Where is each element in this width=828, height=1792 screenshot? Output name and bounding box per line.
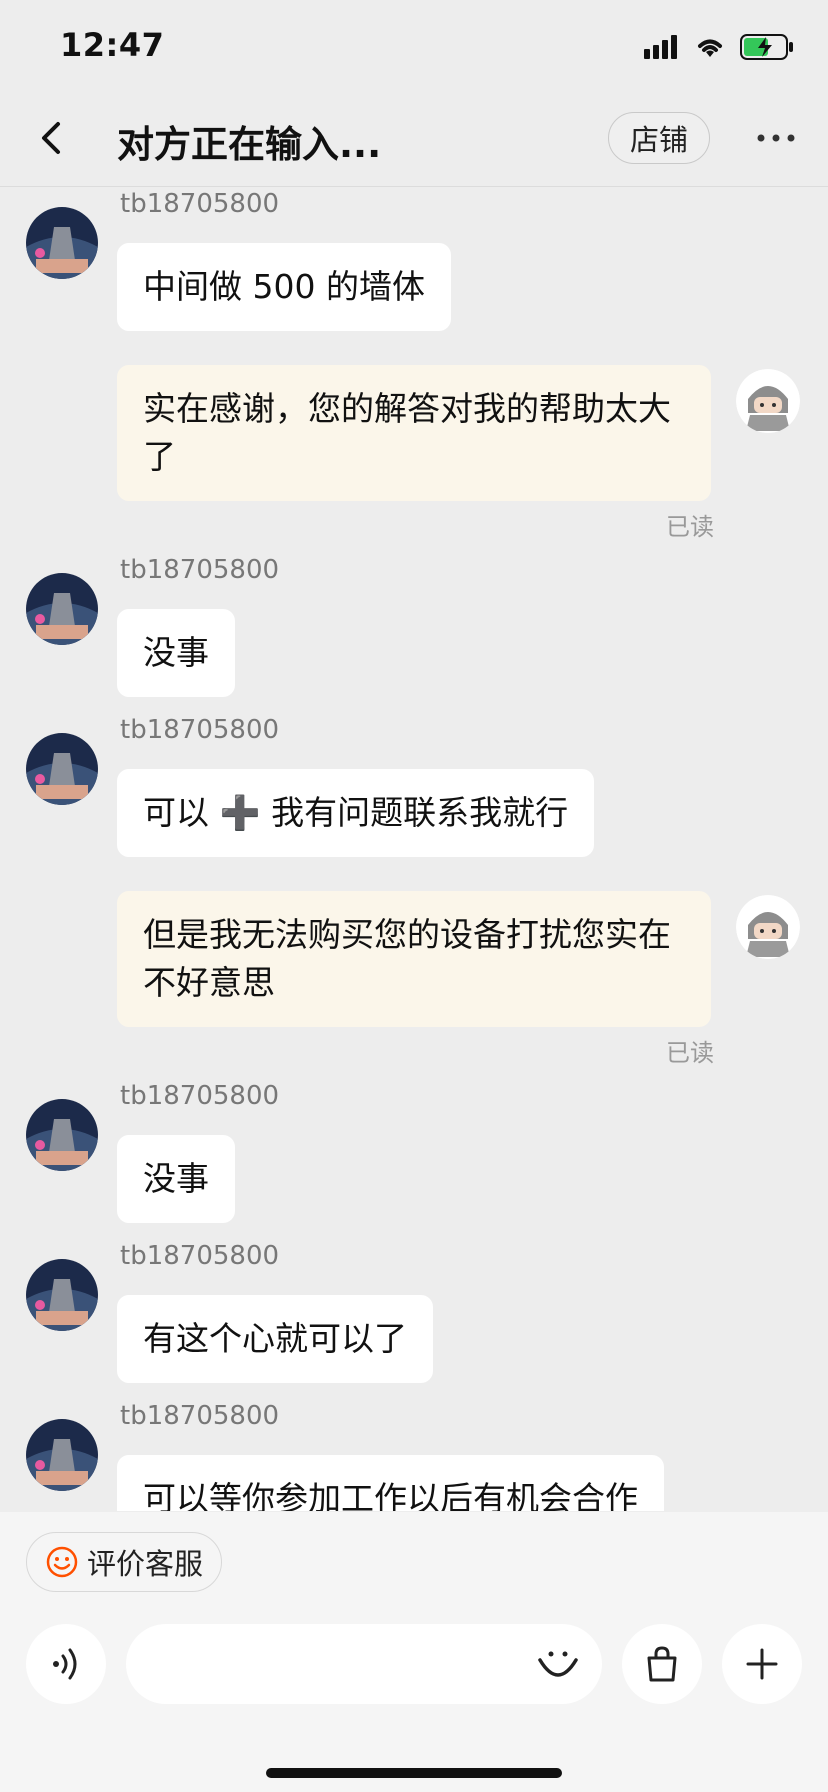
message-bubble[interactable]: 没事 bbox=[117, 1135, 235, 1223]
message-bubble[interactable]: 中间做 500 的墙体 bbox=[117, 243, 451, 331]
shop-avatar[interactable] bbox=[26, 573, 98, 645]
shop-avatar[interactable] bbox=[26, 1259, 98, 1331]
read-status: 已读 bbox=[666, 513, 714, 541]
page-title: 对方正在输入... bbox=[117, 123, 382, 166]
status-time: 12:47 bbox=[60, 26, 165, 64]
sender-name: tb18705800 bbox=[120, 555, 280, 585]
emoji-icon bbox=[538, 1651, 578, 1677]
shop-avatar[interactable] bbox=[26, 1099, 98, 1171]
message-bubble[interactable]: 可以等你参加工作以后有机会合作 bbox=[117, 1455, 664, 1511]
shopping-bag-button[interactable] bbox=[622, 1624, 702, 1704]
rate-service-label: 评价客服 bbox=[87, 1547, 204, 1581]
message-bubble[interactable]: 有这个心就可以了 bbox=[117, 1295, 433, 1383]
more-actions-button[interactable] bbox=[722, 1624, 802, 1704]
shop-avatar[interactable] bbox=[26, 733, 98, 805]
read-status: 已读 bbox=[666, 1039, 714, 1067]
store-button[interactable]: 店铺 bbox=[608, 112, 710, 164]
back-button[interactable] bbox=[26, 112, 78, 164]
message-bubble-self[interactable]: 实在感谢，您的解答对我的帮助太大了 bbox=[117, 365, 711, 501]
chat-header: 对方正在输入... 店铺 bbox=[0, 90, 828, 187]
sender-name: tb18705800 bbox=[120, 715, 280, 745]
message-bubble[interactable]: 可以 ➕ 我有问题联系我就行 bbox=[117, 769, 595, 857]
message-bubble[interactable]: 没事 bbox=[117, 609, 235, 697]
sender-name: tb18705800 bbox=[120, 1241, 280, 1271]
self-avatar[interactable] bbox=[736, 369, 800, 433]
chat-list[interactable]: tb18705800 中间做 500 的墙体 实在感谢，您的解答对我的帮助太大了… bbox=[0, 187, 828, 1511]
home-indicator bbox=[266, 1768, 562, 1778]
emoji-button[interactable] bbox=[530, 1636, 586, 1692]
status-icons bbox=[644, 34, 794, 60]
message-input[interactable] bbox=[126, 1624, 602, 1704]
shop-avatar[interactable] bbox=[26, 1419, 98, 1491]
voice-icon bbox=[53, 1648, 77, 1680]
sender-name: tb18705800 bbox=[120, 189, 280, 219]
rate-service-button[interactable]: 评价客服 bbox=[26, 1532, 223, 1592]
cellular-signal-icon bbox=[644, 35, 677, 59]
message-bubble-self[interactable]: 但是我无法购买您的设备打扰您实在不好意思 bbox=[117, 891, 711, 1027]
smile-icon bbox=[46, 1546, 78, 1578]
input-panel: 评价客服 bbox=[0, 1512, 828, 1792]
battery-charging-icon bbox=[740, 34, 793, 60]
sender-name: tb18705800 bbox=[120, 1081, 280, 1111]
voice-button[interactable] bbox=[26, 1624, 106, 1704]
more-dots-icon bbox=[757, 134, 795, 142]
wifi-icon bbox=[698, 39, 722, 57]
sender-name: tb18705800 bbox=[120, 1401, 280, 1431]
more-button[interactable] bbox=[752, 116, 800, 160]
shop-avatar[interactable] bbox=[26, 207, 98, 279]
shopping-bag-icon bbox=[647, 1646, 677, 1682]
plus-icon bbox=[746, 1648, 778, 1680]
self-avatar[interactable] bbox=[736, 895, 800, 959]
chevron-left-icon bbox=[42, 122, 60, 154]
